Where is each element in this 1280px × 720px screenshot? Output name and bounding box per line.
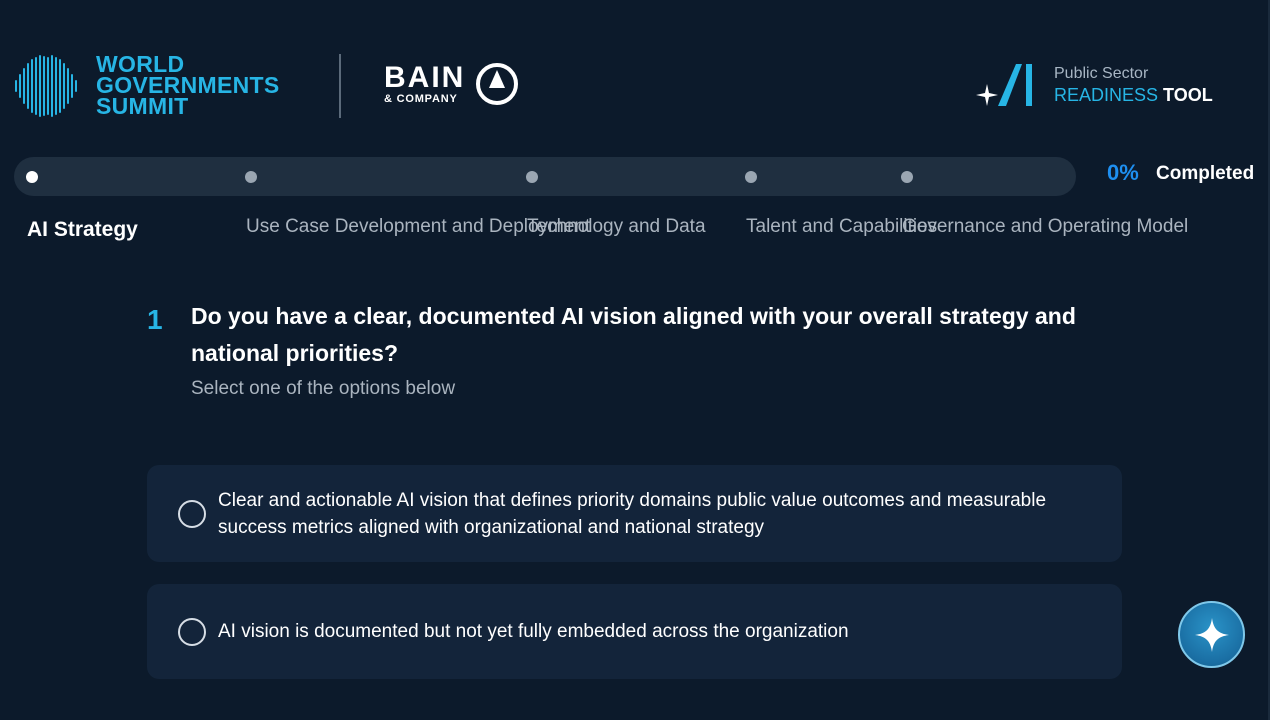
sparkle-icon	[1194, 617, 1229, 652]
window-edge	[1270, 0, 1280, 720]
wgs-line-3: SUMMIT	[96, 93, 189, 119]
step-dot-talent[interactable]	[745, 171, 757, 183]
soundwave-icon	[15, 54, 77, 117]
tool-title-readiness: READINESS	[1054, 85, 1159, 105]
logo-divider	[339, 54, 341, 118]
wgs-wordmark: WORLD GOVERNMENTS SUMMIT	[96, 53, 279, 119]
progress-track	[14, 157, 1076, 196]
question-hint: Select one of the options below	[191, 378, 456, 399]
step-dot-technology[interactable]	[526, 171, 538, 183]
radio-button[interactable]	[178, 499, 206, 528]
step-dot-governance[interactable]	[901, 171, 913, 183]
answer-option-label: AI vision is documented but not yet full…	[218, 621, 849, 642]
tool-subtitle: Public Sector	[1054, 65, 1149, 82]
compass-icon	[476, 63, 519, 105]
question-text: Do you have a clear, documented AI visio…	[191, 303, 1076, 366]
step-tab-governance[interactable]: Governance and Operating Model	[902, 216, 1188, 238]
radio-button[interactable]	[178, 617, 206, 646]
answer-option-1[interactable]: Clear and actionable AI vision that defi…	[147, 465, 1122, 562]
assistant-button[interactable]	[1178, 601, 1245, 668]
answer-option-label: Clear and actionable AI vision that defi…	[218, 489, 1047, 538]
answer-option-2[interactable]: AI vision is documented but not yet full…	[147, 584, 1122, 679]
tool-title-tool: TOOL	[1163, 85, 1213, 105]
header: WORLD GOVERNMENTS SUMMIT BAIN & COMPANY …	[0, 0, 1270, 150]
step-tab-technology[interactable]: Technology and Data	[527, 216, 706, 238]
readiness-tool-logo: Public Sector READINESS TOOL	[976, 62, 1213, 108]
question-number: 1	[147, 304, 163, 335]
step-tab-ai-strategy[interactable]: AI Strategy	[27, 218, 138, 242]
ai-star-icon	[976, 64, 1032, 106]
progress-completed-label: Completed	[1156, 163, 1255, 184]
tool-title: READINESS TOOL	[1054, 84, 1213, 106]
world-governments-summit-logo: WORLD GOVERNMENTS SUMMIT	[14, 53, 279, 119]
bain-subtitle: & COMPANY	[384, 93, 458, 105]
progress-percent: 0%	[1107, 160, 1139, 185]
step-dot-ai-strategy[interactable]	[26, 171, 38, 183]
bain-wordmark: BAIN	[384, 61, 466, 94]
step-dot-use-case[interactable]	[245, 171, 257, 183]
bain-company-logo: BAIN & COMPANY	[384, 62, 519, 106]
